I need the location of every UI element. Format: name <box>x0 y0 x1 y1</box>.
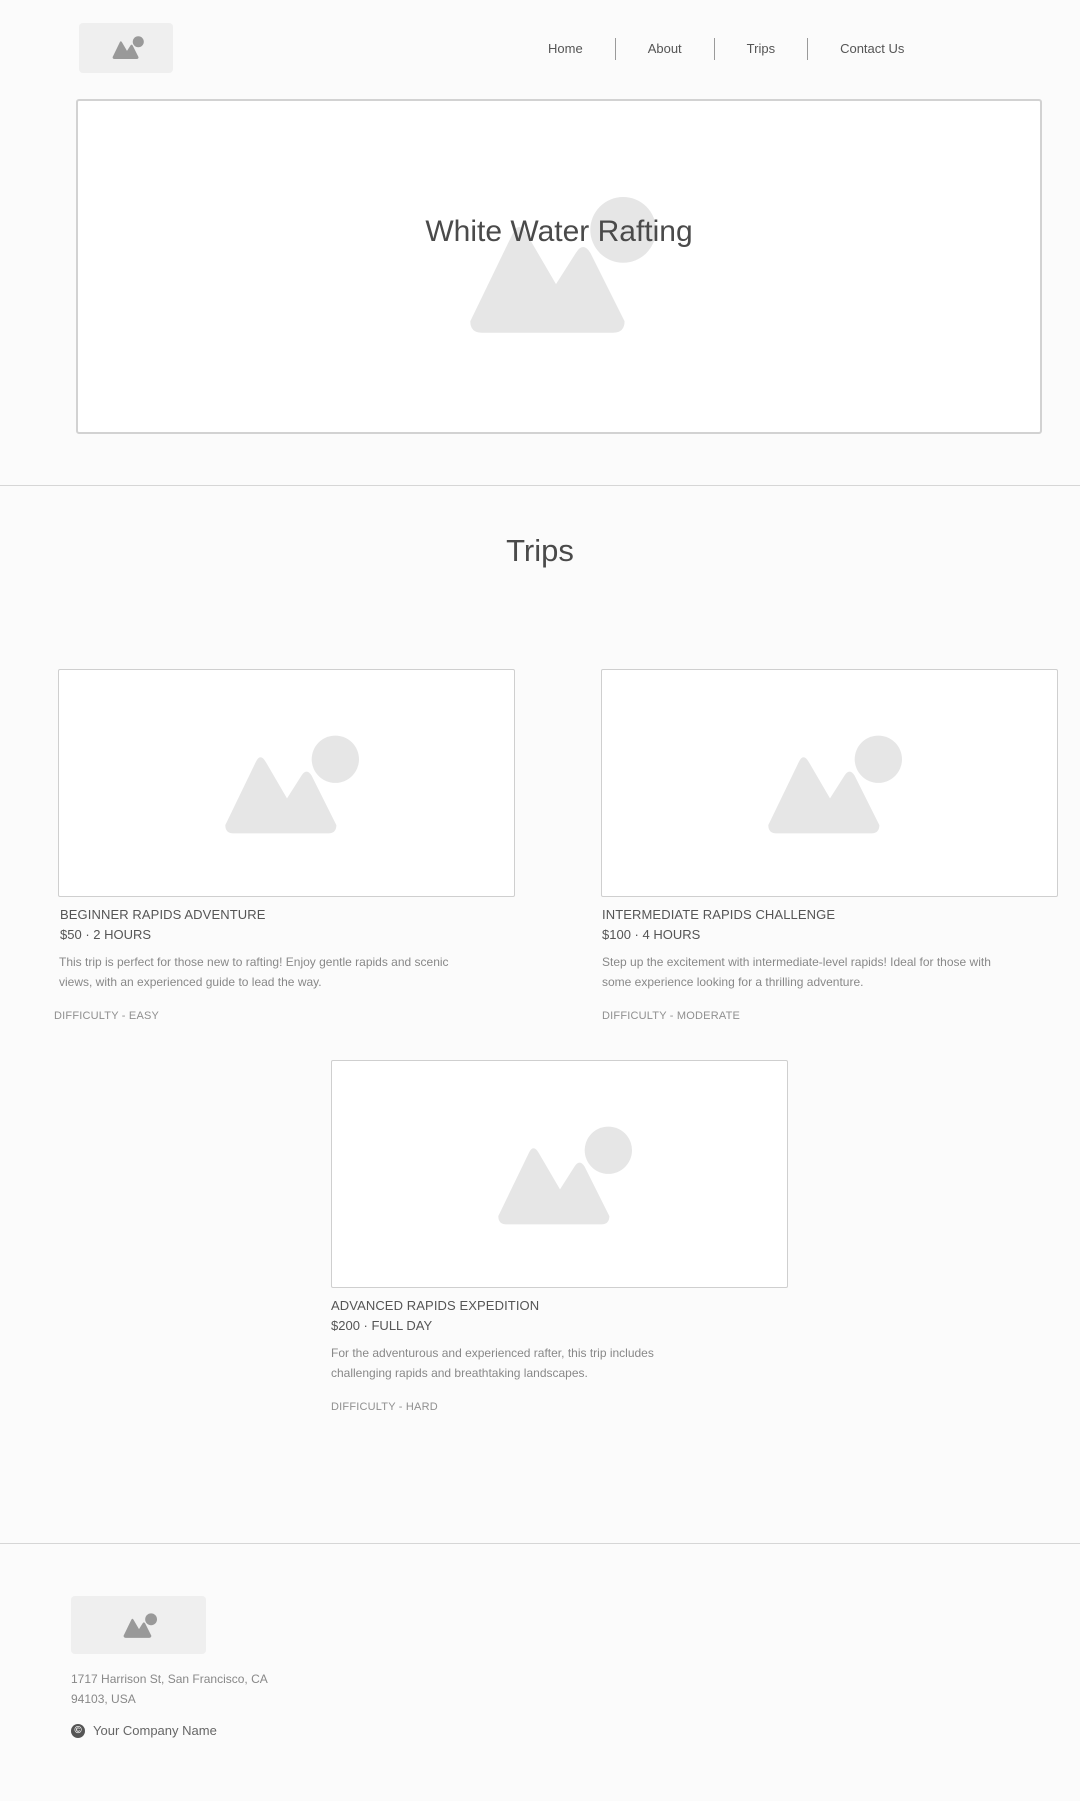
trip-card-image[interactable] <box>601 669 1058 897</box>
trip-card-meta: $100 · 4 HOURS <box>602 927 701 942</box>
image-placeholder-icon <box>758 734 902 838</box>
trip-card-description: This trip is perfect for those new to ra… <box>59 955 449 989</box>
nav-trips[interactable]: Trips <box>715 36 807 62</box>
image-placeholder-icon <box>488 1125 632 1229</box>
trip-card-image[interactable] <box>58 669 515 897</box>
header-logo[interactable] <box>79 23 173 73</box>
image-placeholder-icon <box>112 36 144 60</box>
hero-banner: White Water Rafting <box>76 99 1042 434</box>
trip-price: $100 <box>602 927 631 942</box>
footer-logo[interactable] <box>71 1596 206 1654</box>
footer-address: 1717 Harrison St, San Francisco, CA 9410… <box>71 1672 268 1706</box>
nav-home[interactable]: Home <box>516 36 615 62</box>
image-placeholder-icon <box>215 734 359 838</box>
nav-about[interactable]: About <box>616 36 714 62</box>
image-placeholder-icon <box>123 1613 157 1638</box>
trip-card-meta: $200 · FULL DAY <box>331 1318 433 1333</box>
footer-divider <box>0 1543 1080 1544</box>
trips-section-title: Trips <box>506 533 574 568</box>
section-divider <box>0 485 1080 486</box>
trip-card-difficulty: DIFFICULTY - MODERATE <box>602 1010 741 1022</box>
trip-card-title: BEGINNER RAPIDS ADVENTURE <box>60 907 266 922</box>
trip-card-description: For the adventurous and experienced raft… <box>331 1346 654 1380</box>
company-name: Your Company Name <box>93 1723 217 1738</box>
trip-card-description: Step up the excitement with intermediate… <box>602 955 991 989</box>
trip-card-image[interactable] <box>331 1060 788 1288</box>
trip-duration: FULL DAY <box>371 1318 433 1333</box>
copyright-icon: © <box>71 1723 85 1738</box>
nav-contact-us[interactable]: Contact Us <box>808 36 936 62</box>
trip-duration: 4 HOURS <box>642 927 701 942</box>
trip-price: $50 <box>60 927 82 942</box>
trip-card-meta: $50 · 2 HOURS <box>60 927 152 942</box>
trip-duration: 2 HOURS <box>93 927 152 942</box>
trip-price: $200 <box>331 1318 360 1333</box>
hero-title: White Water Rafting <box>425 215 693 248</box>
footer-company: © Your Company Name <box>71 1723 217 1738</box>
trip-card-title: ADVANCED RAPIDS EXPEDITION <box>331 1298 540 1313</box>
trip-card-difficulty: DIFFICULTY - EASY <box>54 1010 160 1022</box>
trip-card-difficulty: DIFFICULTY - HARD <box>331 1401 438 1413</box>
main-nav: Home About Trips Contact Us <box>516 36 936 62</box>
trip-card-title: INTERMEDIATE RAPIDS CHALLENGE <box>602 907 836 922</box>
